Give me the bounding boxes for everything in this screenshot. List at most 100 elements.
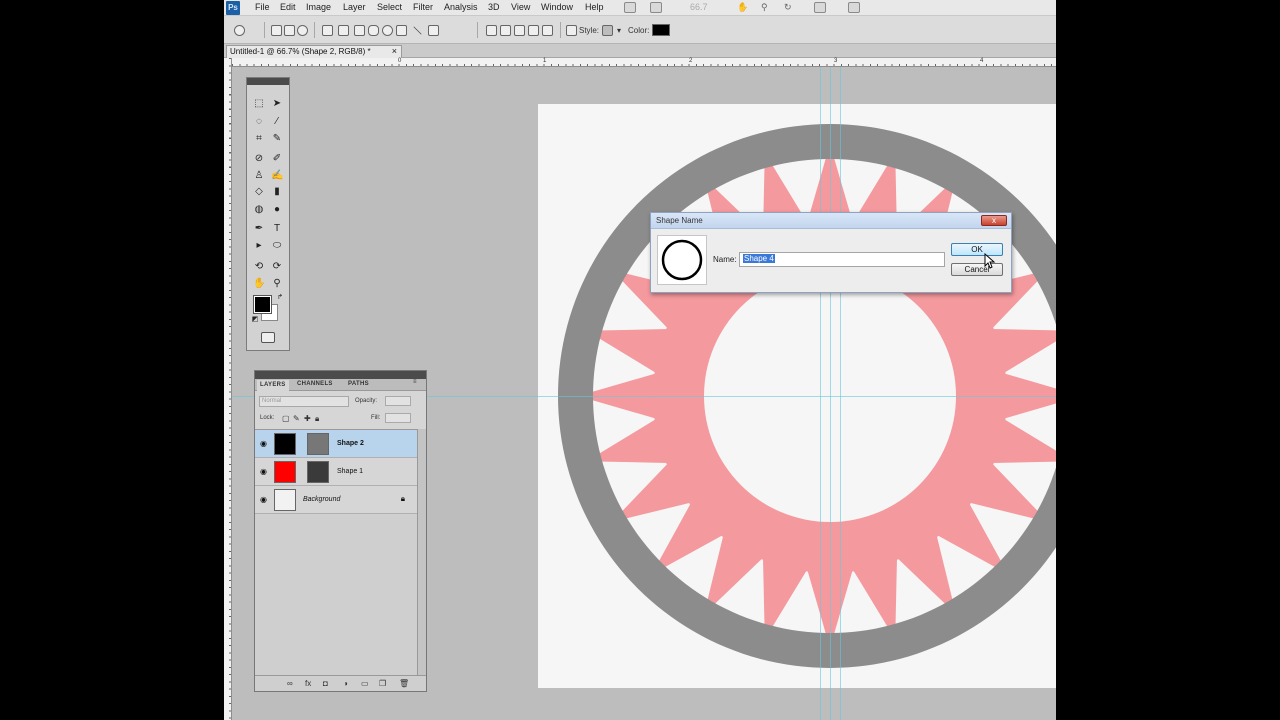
zoom-level[interactable]: 66.7	[690, 2, 708, 12]
blend-mode-select[interactable]: Normal	[259, 396, 349, 407]
vector-mask-thumbnail[interactable]	[307, 433, 329, 455]
visibility-eye-icon[interactable]: ◉	[260, 467, 267, 476]
lock-all-icon[interactable]: 🔒︎	[315, 414, 319, 424]
layer-name[interactable]: Shape 2	[337, 440, 364, 447]
arrange-documents-icon[interactable]	[814, 2, 826, 13]
paths-icon[interactable]	[284, 25, 295, 36]
layer-color-thumbnail[interactable]	[274, 461, 296, 483]
shape-layers-icon[interactable]	[271, 25, 282, 36]
fill-pixels-icon[interactable]	[297, 25, 308, 36]
new-group-icon[interactable]: ▭	[361, 679, 369, 688]
brush-tool-icon[interactable]: ✐	[271, 153, 283, 165]
new-layer-icon[interactable]: ❐	[379, 679, 386, 688]
menu-view[interactable]: View	[511, 2, 530, 12]
panel-header[interactable]	[255, 371, 426, 379]
menu-file[interactable]: File	[255, 2, 270, 12]
magic-wand-icon[interactable]: ⁄	[271, 116, 283, 128]
fill-input[interactable]	[385, 413, 411, 423]
rotate-view-icon[interactable]: ↻	[784, 2, 792, 13]
opacity-input[interactable]	[385, 396, 411, 406]
path-selection-icon[interactable]: ▸	[253, 240, 265, 252]
panel-header[interactable]	[247, 78, 289, 85]
history-brush-icon[interactable]: ✍	[271, 170, 283, 182]
layers-scrollbar[interactable]	[417, 429, 426, 675]
ellipse-tool-icon[interactable]: ⬭	[271, 240, 283, 252]
menu-help[interactable]: Help	[585, 2, 604, 12]
tab-paths[interactable]: PATHS	[348, 381, 369, 387]
marquee-tool-icon[interactable]: ⬚	[253, 98, 265, 110]
menu-image[interactable]: Image	[306, 2, 331, 12]
shape-name-input[interactable]: Shape 4	[739, 252, 945, 267]
hand-tool-icon[interactable]: ✋	[253, 278, 265, 290]
close-icon[interactable]: x	[981, 215, 1007, 226]
blur-tool-icon[interactable]: ◍	[253, 204, 265, 216]
chevron-down-icon[interactable]: ▾	[617, 26, 621, 35]
menu-3d[interactable]: 3D	[488, 2, 500, 12]
visibility-eye-icon[interactable]: ◉	[260, 495, 267, 504]
layer-row[interactable]: ◉ Shape 1	[255, 458, 417, 486]
polygon-icon[interactable]	[396, 25, 407, 36]
screen-mode-icon[interactable]	[848, 2, 860, 13]
lock-position-icon[interactable]: ✚	[304, 414, 311, 423]
gradient-tool-icon[interactable]: ▮	[271, 186, 283, 198]
guide-line[interactable]	[820, 67, 821, 720]
rounded-rectangle-icon[interactable]	[368, 25, 379, 36]
new-shape-layer-icon[interactable]	[486, 25, 497, 36]
link-icon[interactable]	[566, 25, 577, 36]
horizontal-ruler[interactable]: 0 1 2 3 4	[232, 58, 1056, 67]
tool-preset-icon[interactable]	[234, 25, 245, 36]
3d-rotate-icon[interactable]: ⟲	[253, 261, 265, 273]
layer-thumbnail[interactable]	[274, 489, 296, 511]
dodge-tool-icon[interactable]: ●	[271, 204, 283, 216]
layer-name[interactable]: Shape 1	[337, 468, 363, 475]
custom-shape-icon[interactable]	[428, 25, 439, 36]
menu-analysis[interactable]: Analysis	[444, 2, 478, 12]
visibility-eye-icon[interactable]: ◉	[260, 439, 267, 448]
pen-icon[interactable]	[322, 25, 333, 36]
rectangle-icon[interactable]	[354, 25, 365, 36]
mini-bridge-icon[interactable]	[650, 2, 662, 13]
foreground-color-swatch[interactable]	[253, 295, 272, 314]
tab-channels[interactable]: CHANNELS	[297, 381, 333, 387]
style-picker[interactable]	[602, 25, 613, 36]
menu-filter[interactable]: Filter	[413, 2, 433, 12]
layer-color-thumbnail[interactable]	[274, 433, 296, 455]
guide-line[interactable]	[830, 67, 831, 720]
layer-row[interactable]: ◉ Shape 2	[255, 430, 417, 458]
add-mask-icon[interactable]: ◘	[323, 679, 328, 688]
tab-layers[interactable]: LAYERS	[257, 380, 289, 391]
eraser-icon[interactable]: ◇	[253, 186, 265, 198]
default-colors-icon[interactable]: ◩	[249, 314, 261, 326]
color-swatch[interactable]	[652, 24, 670, 36]
swap-colors-icon[interactable]: ↱	[274, 292, 286, 304]
lock-pixels-icon[interactable]: ✎	[293, 414, 300, 423]
guide-line[interactable]	[840, 67, 841, 720]
add-to-shape-icon[interactable]	[500, 25, 511, 36]
hand-tool-icon[interactable]: ✋	[737, 2, 748, 13]
lock-transparency-icon[interactable]: ▢	[282, 414, 290, 423]
document-tab[interactable]: Untitled-1 @ 66.7% (Shape 2, RGB/8) * ×	[226, 45, 402, 58]
eyedropper-icon[interactable]: ✎	[271, 133, 283, 145]
menu-edit[interactable]: Edit	[280, 2, 296, 12]
layer-style-icon[interactable]: fx	[305, 679, 311, 688]
clone-stamp-icon[interactable]: ♙	[253, 170, 265, 182]
type-tool-icon[interactable]: T	[271, 223, 283, 235]
pen-tool-icon[interactable]: ✒	[253, 223, 265, 235]
ellipse-icon[interactable]	[382, 25, 393, 36]
adjustment-layer-icon[interactable]: ◑	[343, 679, 348, 688]
zoom-tool-icon[interactable]: ⚲	[271, 278, 283, 290]
zoom-tool-icon[interactable]: ⚲	[761, 2, 768, 13]
vertical-ruler[interactable]	[224, 58, 232, 720]
quick-mask-icon[interactable]	[261, 332, 275, 343]
healing-brush-icon[interactable]: ⊘	[253, 153, 265, 165]
3d-orbit-icon[interactable]: ⟳	[271, 261, 283, 273]
menu-select[interactable]: Select	[377, 2, 402, 12]
close-tab-icon[interactable]: ×	[392, 46, 397, 56]
line-icon[interactable]	[413, 26, 422, 35]
link-layers-icon[interactable]: ∞	[287, 679, 293, 688]
menu-window[interactable]: Window	[541, 2, 573, 12]
move-tool-icon[interactable]: ➤	[271, 98, 283, 110]
exclude-shape-icon[interactable]	[542, 25, 553, 36]
layer-name[interactable]: Background	[303, 496, 340, 503]
layer-row[interactable]: ◉ Background 🔒︎	[255, 486, 417, 514]
